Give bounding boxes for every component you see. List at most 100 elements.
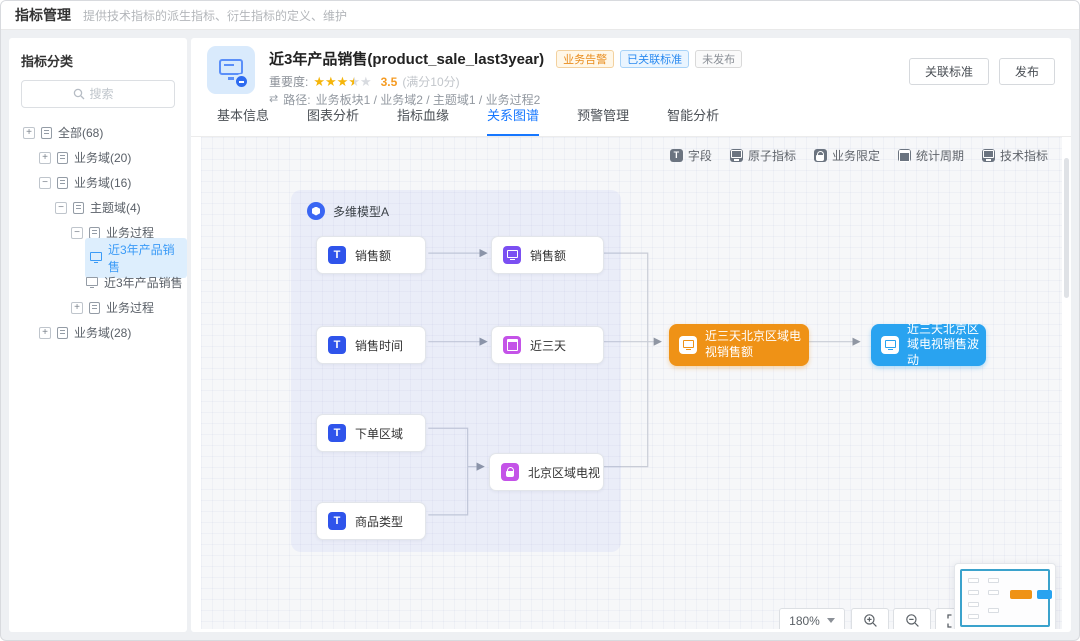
zoom-level-select[interactable]: 180% bbox=[779, 608, 845, 629]
expand-toggle-icon[interactable]: + bbox=[71, 302, 83, 314]
category-tree: + 全部(68) + 业务域(20) − 业务域(16) − 主题域(4) − bbox=[9, 120, 187, 345]
zoom-out-icon bbox=[905, 613, 920, 628]
minimap[interactable] bbox=[954, 563, 1056, 629]
legend-tech-metric: 技术指标 bbox=[982, 147, 1048, 164]
importance-label: 重要度: bbox=[269, 73, 308, 90]
badge-unpublished: 未发布 bbox=[695, 50, 742, 68]
node-qualifier-beijing-tv[interactable]: 北京区域电视 bbox=[489, 453, 604, 491]
legend-business-qualifier: 业务限定 bbox=[814, 147, 880, 164]
statistic-period-icon bbox=[898, 149, 911, 162]
metric-detail-header: 近3年产品销售(product_sale_last3year) 业务告警 已关联… bbox=[191, 38, 1071, 102]
star-rating[interactable]: ★★★★★ bbox=[313, 75, 371, 89]
search-input[interactable] bbox=[90, 87, 124, 101]
main-panel: 近3年产品销售(product_sale_last3year) 业务告警 已关联… bbox=[191, 38, 1071, 632]
path-icon: ⇄ bbox=[269, 94, 278, 105]
selected-highlight: 近3年产品销售 bbox=[85, 238, 187, 278]
tree-item-business-domain-28[interactable]: + 业务域(28) bbox=[9, 320, 187, 345]
metric-avatar-icon bbox=[207, 46, 255, 94]
domain-icon bbox=[57, 177, 68, 189]
expand-toggle-icon[interactable]: + bbox=[23, 127, 35, 139]
tree-item-label: 全部(68) bbox=[58, 124, 103, 141]
atomic-metric-icon bbox=[503, 246, 521, 264]
field-icon bbox=[328, 246, 346, 264]
expand-toggle-icon[interactable]: + bbox=[39, 152, 51, 164]
node-atomic-sales[interactable]: 销售额 bbox=[491, 236, 604, 274]
atomic-metric-icon bbox=[730, 149, 743, 162]
node-tech-metric[interactable]: 近三天北京区域电视销售波动 bbox=[871, 324, 986, 366]
tab-alert-management[interactable]: 预警管理 bbox=[577, 105, 629, 136]
search-icon bbox=[73, 88, 85, 100]
zoom-out-button[interactable] bbox=[893, 608, 931, 629]
tab-metric-lineage[interactable]: 指标血缘 bbox=[397, 105, 449, 136]
minimap-derived-node bbox=[1010, 590, 1032, 599]
metric-icon bbox=[89, 252, 102, 264]
process-icon bbox=[89, 302, 100, 314]
node-field-order-region[interactable]: 下单区域 bbox=[316, 414, 426, 452]
zoom-level-value: 180% bbox=[789, 614, 820, 628]
tree-item-business-domain-16[interactable]: − 业务域(16) bbox=[9, 170, 187, 195]
field-icon bbox=[328, 424, 346, 442]
expand-toggle-icon[interactable]: − bbox=[71, 227, 83, 239]
model-icon bbox=[307, 202, 325, 220]
node-derived-metric[interactable]: 近三天北京区域电视销售额 bbox=[669, 324, 809, 366]
field-icon bbox=[328, 512, 346, 530]
badge-business-alert: 业务告警 bbox=[556, 50, 614, 68]
tree-item-all[interactable]: + 全部(68) bbox=[9, 120, 187, 145]
scrollbar-thumb[interactable] bbox=[1064, 158, 1069, 298]
tree-item-subject-domain[interactable]: − 主题域(4) bbox=[9, 195, 187, 220]
metric-icon bbox=[85, 277, 98, 289]
search-box[interactable] bbox=[21, 80, 175, 108]
tree-item-business-process-2[interactable]: + 业务过程 bbox=[9, 295, 187, 320]
tree-item-label: 近3年产品销售 bbox=[104, 274, 183, 291]
path-label: 路径: bbox=[283, 91, 310, 108]
graph-legend: 字段 原子指标 业务限定 统计周期 技术指标 bbox=[670, 147, 1048, 164]
metric-management-app: 指标管理 提供技术指标的派生指标、衍生指标的定义、维护 指标分类 + 全部(68… bbox=[0, 0, 1080, 641]
tech-metric-icon bbox=[982, 149, 995, 162]
tree-item-label: 业务域(20) bbox=[74, 149, 131, 166]
minimap-tech-node bbox=[1037, 590, 1052, 599]
tree-item-label: 主题域(4) bbox=[90, 199, 141, 216]
app-title: 指标管理 bbox=[15, 5, 71, 25]
publish-button[interactable]: 发布 bbox=[999, 58, 1055, 85]
zoom-in-icon bbox=[863, 613, 878, 628]
node-period-last3days[interactable]: 近三天 bbox=[491, 326, 604, 364]
domain-icon bbox=[57, 152, 68, 164]
metric-title: 近3年产品销售(product_sale_last3year) bbox=[269, 48, 544, 69]
tab-intelligent-analysis[interactable]: 智能分析 bbox=[667, 105, 719, 136]
node-field-product-type[interactable]: 商品类型 bbox=[316, 502, 426, 540]
relate-standard-button[interactable]: 关联标准 bbox=[909, 58, 989, 85]
minimap-viewport bbox=[960, 569, 1050, 627]
tab-basic-info[interactable]: 基本信息 bbox=[217, 105, 269, 136]
expand-toggle-icon[interactable]: − bbox=[55, 202, 67, 214]
field-icon bbox=[328, 336, 346, 354]
tree-item-product-sale-selected[interactable]: 近3年产品销售 bbox=[9, 245, 187, 270]
legend-statistic-period: 统计周期 bbox=[898, 147, 964, 164]
tree-item-label: 业务域(28) bbox=[74, 324, 131, 341]
statistic-period-icon bbox=[503, 336, 521, 354]
legend-atomic-metric: 原子指标 bbox=[730, 147, 796, 164]
group-header: 多维模型A bbox=[307, 202, 389, 220]
tree-item-label: 近3年产品销售 bbox=[108, 241, 177, 275]
zoom-in-button[interactable] bbox=[851, 608, 889, 629]
derived-metric-icon bbox=[679, 336, 697, 354]
node-field-sale-time[interactable]: 销售时间 bbox=[316, 326, 426, 364]
tech-metric-icon bbox=[881, 336, 899, 354]
domain-icon bbox=[73, 202, 84, 214]
legend-field: 字段 bbox=[670, 147, 712, 164]
top-bar: 指标管理 提供技术指标的派生指标、衍生指标的定义、维护 bbox=[1, 1, 1079, 30]
tab-relation-graph[interactable]: 关系图谱 bbox=[487, 105, 539, 136]
expand-toggle-icon[interactable]: − bbox=[39, 177, 51, 189]
group-label: 多维模型A bbox=[333, 203, 389, 220]
chevron-down-icon bbox=[827, 618, 835, 623]
node-field-sales[interactable]: 销售额 bbox=[316, 236, 426, 274]
tab-chart-analysis[interactable]: 图表分析 bbox=[307, 105, 359, 136]
expand-toggle-icon[interactable]: + bbox=[39, 327, 51, 339]
relation-graph-canvas[interactable]: 字段 原子指标 业务限定 统计周期 技术指标 bbox=[201, 137, 1062, 629]
business-qualifier-icon bbox=[501, 463, 519, 481]
badge-standard-linked: 已关联标准 bbox=[620, 50, 689, 68]
business-qualifier-icon bbox=[814, 149, 827, 162]
tree-item-business-domain-20[interactable]: + 业务域(20) bbox=[9, 145, 187, 170]
sidebar-metric-category: 指标分类 + 全部(68) + 业务域(20) − 业务域(16) − bbox=[9, 38, 187, 632]
field-icon bbox=[670, 149, 683, 162]
path-breadcrumb: 业务板块1 / 业务域2 / 主题域1 / 业务过程2 bbox=[316, 91, 541, 108]
